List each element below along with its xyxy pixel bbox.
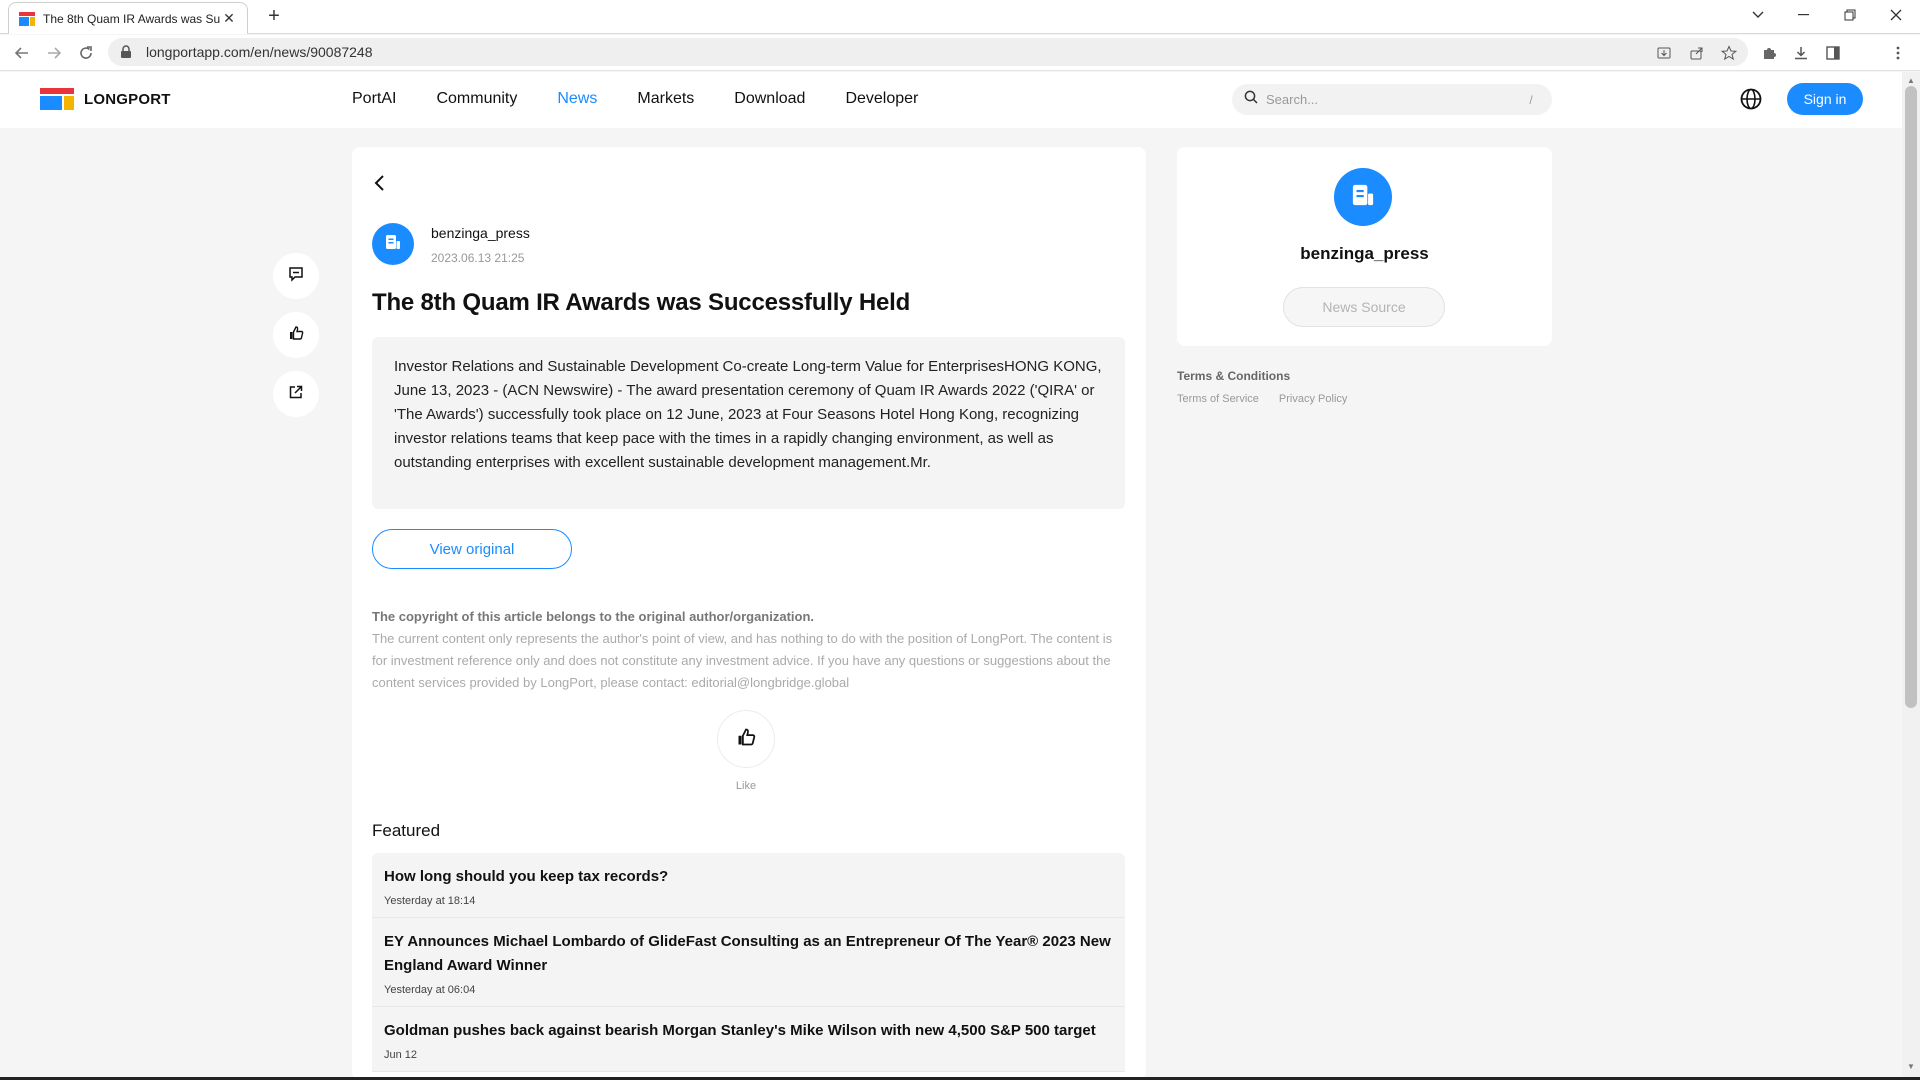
bookmark-star-icon[interactable] [1717,41,1741,65]
longport-logo[interactable]: LONGPORT [40,88,171,110]
publish-time: 2023.06.13 21:25 [431,251,525,265]
article-card: benzinga_press 2023.06.13 21:25 The 8th … [352,147,1146,1080]
featured-item-time: Jun 12 [384,1049,418,1061]
copyright-disclaimer: The current content only represents the … [372,631,1113,690]
search-icon [1244,90,1258,109]
author-avatar[interactable] [372,223,414,265]
featured-item-title: How long should you keep tax records? [384,868,669,885]
view-original-button[interactable]: View original [372,529,572,569]
rail-like-button[interactable] [273,312,319,358]
news-source-card: benzinga_press News Source [1177,147,1552,346]
featured-item-time: Yesterday at 06:04 [384,984,476,996]
tab-title: The 8th Quam IR Awards was Su [43,11,221,26]
article-summary: Investor Relations and Sustainable Devel… [372,337,1125,509]
browser-menu-icon[interactable] [1886,41,1910,65]
copyright-title: The copyright of this article belongs to… [372,609,815,624]
lock-icon [120,44,136,60]
terms-heading: Terms & Conditions [1177,369,1291,383]
comment-button[interactable] [273,253,319,299]
nav-portai[interactable]: PortAI [352,90,396,108]
nav-developer[interactable]: Developer [845,90,918,108]
source-name[interactable]: benzinga_press [1177,244,1552,264]
tab-close-icon[interactable]: ✕ [221,10,237,27]
longport-favicon-icon [19,11,35,26]
side-panel-icon[interactable] [1821,41,1845,65]
address-bar: longportapp.com/en/news/90087248 [0,35,1920,71]
author-name[interactable]: benzinga_press [431,225,530,241]
site-header: LONGPORT PortAI Community News Markets D… [0,72,1902,128]
language-globe-icon[interactable] [1739,87,1763,111]
news-source-button[interactable]: News Source [1283,287,1445,327]
news-document-icon [384,233,402,256]
nav-markets[interactable]: Markets [637,90,694,108]
search-input[interactable] [1266,92,1522,107]
restore-icon[interactable] [1830,0,1870,30]
back-arrow-icon[interactable] [10,41,34,65]
back-chevron-icon[interactable] [368,171,392,195]
share-icon[interactable] [1685,41,1709,65]
terms-of-service-link[interactable]: Terms of Service [1177,393,1259,405]
sign-in-button[interactable]: Sign in [1787,83,1863,115]
like-label: Like [735,780,757,792]
nav-download[interactable]: Download [734,90,805,108]
forward-arrow-icon[interactable] [42,41,66,65]
close-window-icon[interactable] [1876,0,1916,30]
article-title: The 8th Quam IR Awards was Successfully … [372,289,911,316]
download-icon[interactable] [1789,41,1813,65]
search-shortcut-hint: / [1529,92,1533,107]
search-box[interactable]: / [1232,84,1552,115]
main-nav: PortAI Community News Markets Download D… [352,90,958,108]
featured-item[interactable]: How long should you keep tax records? Ye… [372,853,1125,918]
featured-heading: Featured [372,821,441,840]
source-avatar[interactable] [1334,168,1392,226]
logo-text: LONGPORT [84,90,171,108]
new-tab-icon[interactable]: + [262,5,286,29]
url-text: longportapp.com/en/news/90087248 [146,44,373,60]
longport-logo-icon [40,88,74,110]
terms-links: Terms of Service Privacy Policy [1177,393,1367,405]
tab-search-chevron-icon[interactable] [1738,0,1778,30]
scroll-down-arrow-icon[interactable]: ▼ [1905,1062,1917,1072]
featured-item-title: EY Announces Michael Lombardo of GlideFa… [384,933,1111,974]
browser-tab[interactable]: The 8th Quam IR Awards was Su ✕ [8,2,248,34]
scrollbar-thumb[interactable] [1905,86,1917,708]
comment-icon [288,266,304,287]
featured-item[interactable]: Goldman pushes back against bearish Morg… [372,1007,1125,1072]
like-button[interactable] [717,710,775,768]
reload-icon[interactable] [74,41,98,65]
news-document-icon [1350,182,1376,213]
scroll-up-arrow-icon[interactable]: ▲ [1905,76,1917,86]
featured-item-time: Yesterday at 18:14 [384,895,476,907]
share-button[interactable] [273,371,319,417]
browser-tab-strip: The 8th Quam IR Awards was Su ✕ + [0,0,1920,34]
nav-news[interactable]: News [557,90,597,108]
share-external-icon [288,384,304,405]
extensions-puzzle-icon[interactable] [1757,41,1781,65]
featured-item-title: Goldman pushes back against bearish Morg… [384,1022,1096,1039]
minimize-icon[interactable] [1784,0,1824,30]
privacy-policy-link[interactable]: Privacy Policy [1279,393,1347,405]
thumbs-up-icon [736,727,756,752]
thumbs-up-icon [288,325,304,346]
featured-list: How long should you keep tax records? Ye… [372,853,1125,1072]
featured-item[interactable]: EY Announces Michael Lombardo of GlideFa… [372,918,1125,1007]
nav-community[interactable]: Community [436,90,517,108]
url-field[interactable]: longportapp.com/en/news/90087248 [108,38,1748,66]
install-app-icon[interactable] [1652,41,1676,65]
